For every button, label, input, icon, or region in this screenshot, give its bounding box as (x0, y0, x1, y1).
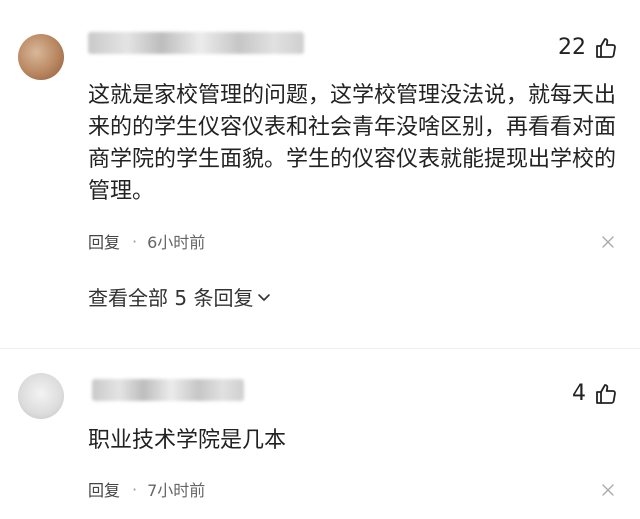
avatar[interactable] (18, 373, 64, 419)
chevron-down-icon (258, 293, 271, 301)
reply-button[interactable]: 回复 (88, 477, 120, 501)
comment-time: 7小时前 (147, 481, 206, 500)
view-all-replies-button[interactable]: 查看全部 5 条回复 (88, 282, 271, 311)
reply-button[interactable]: 回复 (88, 229, 120, 253)
username-blurred[interactable] (88, 32, 304, 54)
meta-separator: · (132, 479, 138, 499)
meta-separator: · (132, 231, 138, 251)
like-count: 22 (558, 35, 586, 60)
comment-divider (0, 348, 640, 349)
thumbs-up-icon (596, 37, 616, 58)
thumbs-up-icon (596, 383, 616, 404)
comment-item: 22 这就是家校管理的问题，这学校管理没法说，就每天出来的的学生仪容仪表和社会青… (0, 0, 640, 330)
view-all-replies-label: 查看全部 5 条回复 (88, 286, 254, 310)
close-icon[interactable] (602, 484, 614, 496)
comment-text: 这就是家校管理的问题，这学校管理没法说，就每天出来的的学生仪容仪表和社会青年没啥… (88, 83, 617, 204)
like-button[interactable]: 22 (558, 35, 618, 60)
close-icon[interactable] (602, 236, 614, 248)
comment-item: 4 职业技术学院是几本 回复 · 7小时前 (0, 365, 640, 519)
like-button[interactable]: 4 (572, 381, 618, 406)
comment-time: 6小时前 (147, 233, 206, 252)
comment-text: 职业技术学院是几本 (88, 428, 287, 453)
comment-meta: 回复 · 6小时前 (88, 229, 205, 253)
comment-meta: 回复 · 7小时前 (88, 477, 205, 501)
username-blurred[interactable] (92, 379, 244, 401)
avatar[interactable] (18, 34, 64, 80)
like-count: 4 (572, 381, 586, 406)
